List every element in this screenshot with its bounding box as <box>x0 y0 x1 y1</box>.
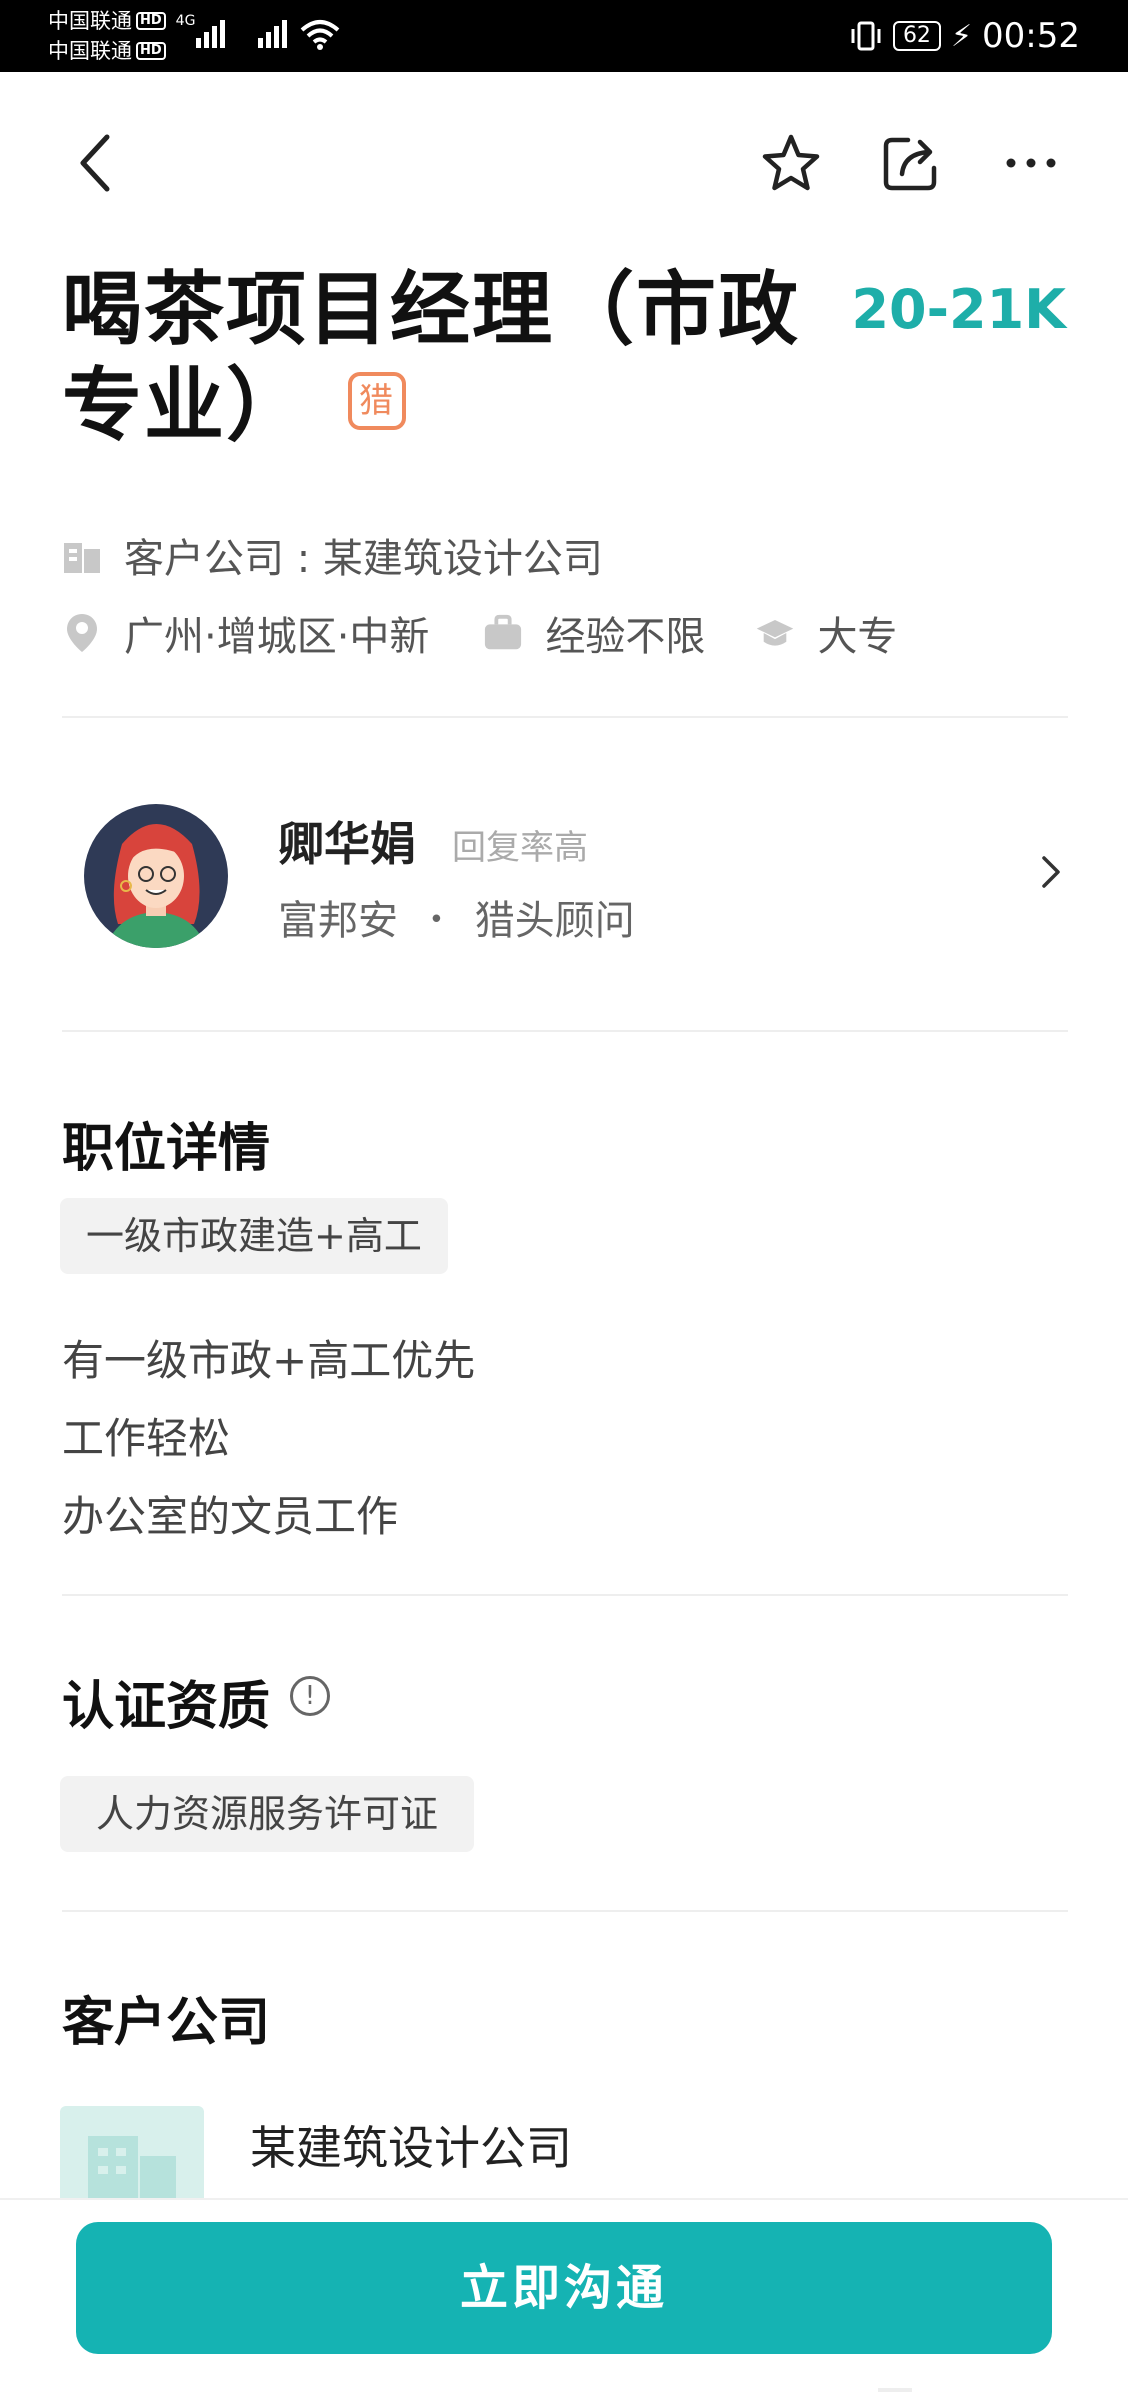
hd-badge-2: HD <box>136 42 166 60</box>
wifi-icon <box>300 20 340 50</box>
signal-1-icon <box>196 18 225 48</box>
charging-icon: ⚡ <box>950 18 973 54</box>
company-logo[interactable] <box>60 2106 204 2206</box>
recruiter-subtitle: 富邦安 • 猎头顾问 <box>278 888 635 946</box>
recruiter-role: 猎头顾问 <box>474 898 635 944</box>
license-chip: 人力资源服务许可证 <box>60 1776 475 1852</box>
briefcase-icon <box>483 613 523 653</box>
network-type: 4G <box>175 13 196 29</box>
back-arrow-icon <box>80 134 110 192</box>
reply-rate-tag: 回复率高 <box>452 828 588 868</box>
favorite-button[interactable] <box>756 128 826 198</box>
more-icon <box>1006 158 1056 168</box>
description-line: 工作轻松 <box>62 1414 231 1463</box>
vibrate-icon <box>851 21 881 51</box>
chevron-right-icon <box>1042 856 1060 888</box>
job-description: 有一级市政+高工优先 工作轻松 办公室的文员工作 <box>62 1322 475 1556</box>
hd-badge: HD <box>136 12 166 30</box>
status-right: 62 ⚡ 00:52 <box>849 16 1080 56</box>
skill-tag: 一级市政建造+高工 <box>60 1198 448 1274</box>
recruiter-name: 卿华娟 <box>278 817 416 871</box>
graduation-cap-icon <box>755 613 795 653</box>
carrier-2: 中国联通 <box>48 39 132 63</box>
job-title-block: 喝茶项目经理（市政专业）猎 <box>62 262 852 454</box>
recruiter-company: 富邦安 <box>278 898 398 944</box>
company-label: 客户公司 : 某建筑设计公司 <box>124 536 603 582</box>
details-heading: 职位详情 <box>62 1119 271 1179</box>
carrier-1: 中国联通 <box>48 9 132 33</box>
battery-level: 62 <box>892 21 941 51</box>
share-button[interactable] <box>876 128 946 198</box>
home-indicator <box>878 2388 912 2392</box>
description-line: 有一级市政+高工优先 <box>62 1336 476 1385</box>
more-button[interactable] <box>996 128 1066 198</box>
star-icon <box>762 134 820 191</box>
hunter-badge: 猎 <box>348 372 406 431</box>
clock: 00:52 <box>982 16 1080 56</box>
avatar <box>84 804 228 948</box>
job-attributes: 广州·增城区·中新 经验不限 大专 <box>62 604 897 662</box>
location-pin-icon <box>62 613 102 653</box>
education: 大专 <box>817 614 898 660</box>
experience: 经验不限 <box>545 614 706 660</box>
share-icon <box>883 137 937 191</box>
signal-2-icon <box>258 18 287 48</box>
status-bar: 中国联通 HD 4G 中国联通 HD 62 ⚡ 00:52 <box>0 0 1128 72</box>
divider <box>62 716 1068 718</box>
building-icon <box>62 535 102 575</box>
info-icon[interactable]: ! <box>290 1676 330 1716</box>
location: 广州·增城区·中新 <box>124 614 430 660</box>
divider <box>62 1030 1068 1032</box>
divider <box>62 1594 1068 1596</box>
description-line: 办公室的文员工作 <box>62 1492 399 1541</box>
carrier-info: 中国联通 HD 4G 中国联通 HD <box>48 6 195 66</box>
job-title: 喝茶项目经理（市政专业） <box>62 263 800 452</box>
separator-dot: • <box>428 905 445 935</box>
company-line: 客户公司 : 某建筑设计公司 <box>62 526 603 584</box>
certification-heading: 认证资质 <box>62 1677 271 1737</box>
chat-now-button[interactable]: 立即沟通 <box>76 2222 1052 2354</box>
divider <box>62 1910 1068 1912</box>
client-company-name[interactable]: 某建筑设计公司 <box>250 2112 572 2178</box>
back-button[interactable] <box>60 128 130 198</box>
salary: 20-21K <box>851 278 1066 341</box>
client-company-heading: 客户公司 <box>62 1993 271 2053</box>
